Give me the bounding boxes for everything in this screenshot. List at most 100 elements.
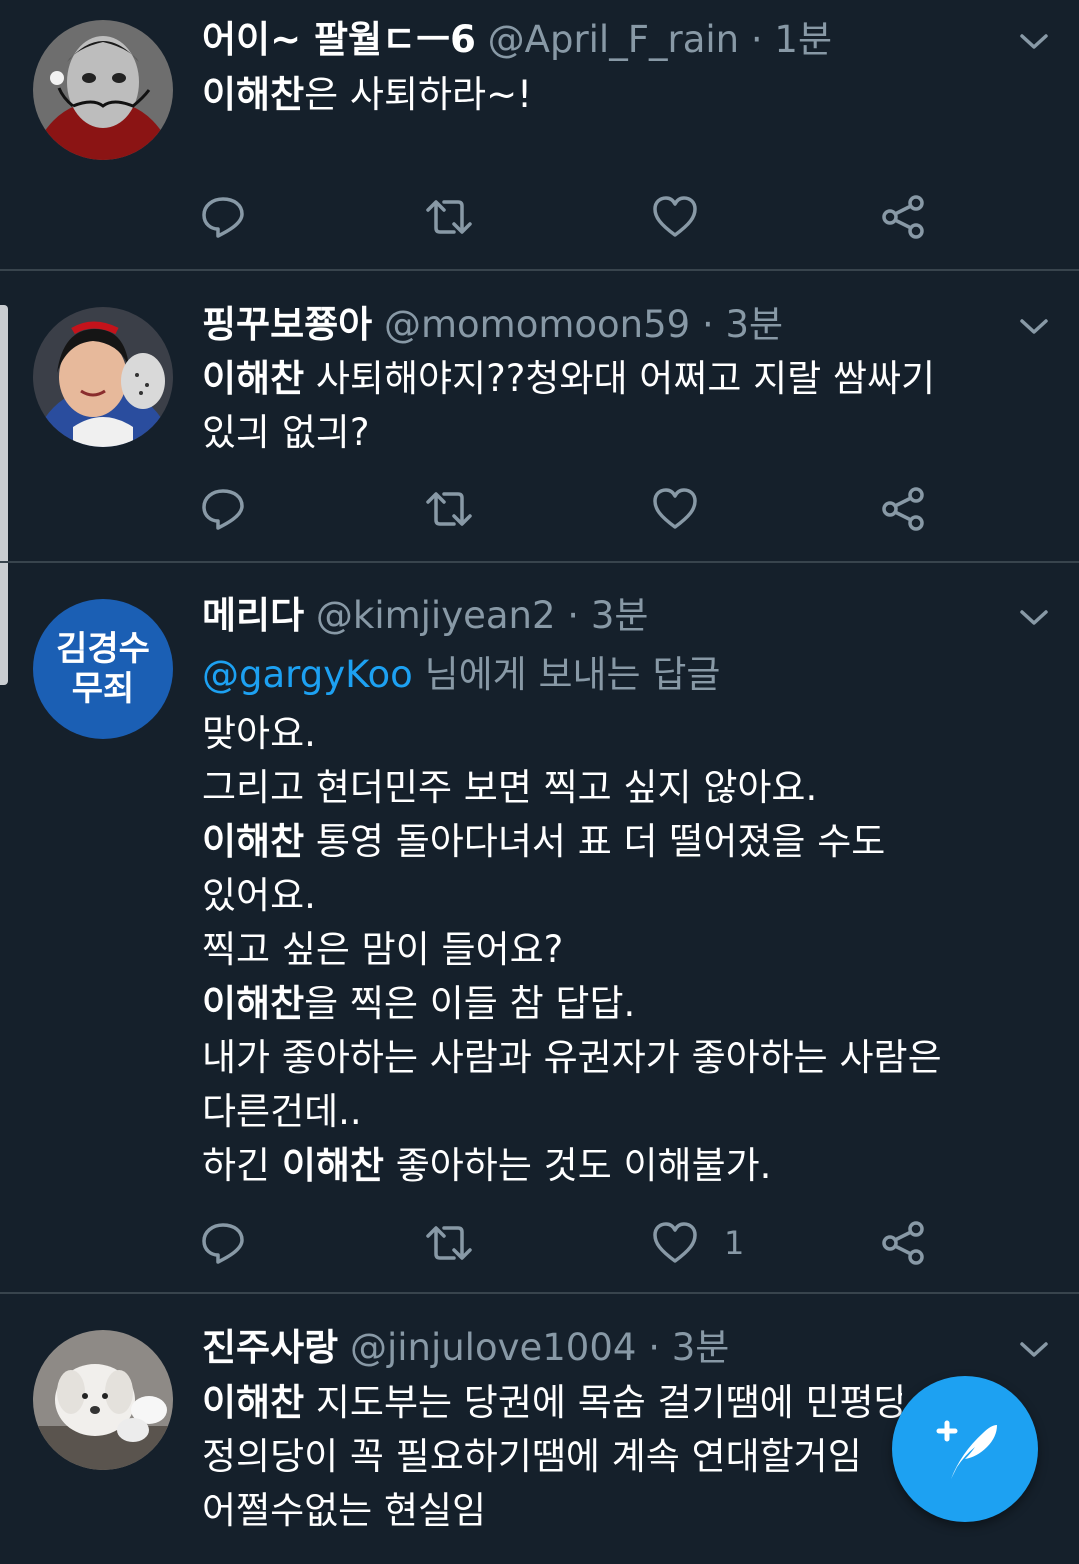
retweet-icon xyxy=(426,1226,472,1260)
line-text: 다른건데.. xyxy=(202,1090,362,1133)
reply-button[interactable] xyxy=(200,192,246,242)
line-text: 내가 좋아하는 사람과 유권자가 좋아하는 사람은 xyxy=(202,1036,942,1079)
line-prefix: 하긴 xyxy=(202,1144,282,1187)
timestamp[interactable]: 3분 xyxy=(725,303,783,346)
tweet-header: 메리다 @kimjiyean2 · 3분 xyxy=(202,591,979,641)
heart-icon xyxy=(653,488,697,529)
display-name[interactable]: 진주사랑 xyxy=(202,1326,338,1369)
retweet-button[interactable] xyxy=(424,192,474,242)
tweet-header: 진주사랑 @jinjulove1004 · 3분 xyxy=(202,1323,979,1373)
user-handle[interactable]: @April_F_rain xyxy=(488,18,739,61)
like-button[interactable] xyxy=(652,192,724,242)
avatar[interactable] xyxy=(33,20,173,160)
timestamp[interactable]: 3분 xyxy=(672,1326,730,1369)
tweet-line: 하긴 이해찬 좋아하는 것도 이해불가. xyxy=(202,1139,1022,1193)
separator-dot: · xyxy=(648,1326,660,1369)
line-text: 통영 돌아다녀서 표 더 떨어졌을 수도 xyxy=(304,820,886,863)
like-count: 1 xyxy=(724,1224,745,1262)
bold-keyword: 이해찬 xyxy=(202,357,305,400)
separator-dot: · xyxy=(750,18,763,61)
reply-icon xyxy=(202,489,244,530)
display-name[interactable]: 핑꾸보쭁아 xyxy=(202,303,372,346)
tweet-header: 핑꾸보쭁아 @momomoon59 · 3분 xyxy=(202,300,979,350)
tweet-header: 어이~ 팔월ㄷㅡ6 @April_F_rain · 1분 xyxy=(202,15,979,65)
tweet-line: 이해찬을 찍은 이들 참 답답. xyxy=(202,977,1022,1031)
tweet-line: 어쩔수없는 현실임 xyxy=(202,1484,902,1538)
separator-dot: · xyxy=(701,303,714,346)
tweet-line: 정의당이 꼭 필요하기땜에 계속 연대할거임 xyxy=(202,1430,902,1484)
timestamp[interactable]: 3분 xyxy=(591,594,649,637)
heart-icon xyxy=(653,196,697,237)
avatar[interactable] xyxy=(33,307,173,447)
timestamp[interactable]: 1분 xyxy=(774,18,832,61)
chevron-down-icon[interactable] xyxy=(1019,1340,1049,1360)
avatar-image xyxy=(33,1330,173,1470)
tweet-line: 있어요. xyxy=(202,869,1022,923)
line-text: 어쩔수없는 현실임 xyxy=(202,1489,487,1532)
display-name[interactable]: 메리다 xyxy=(202,594,304,637)
avatar[interactable] xyxy=(33,1330,173,1470)
line-text: 좋아하는 것도 이해불가. xyxy=(383,1144,772,1187)
separator-dot: · xyxy=(567,594,580,637)
retweet-button[interactable] xyxy=(424,1218,474,1268)
reply-button[interactable] xyxy=(200,1218,246,1268)
timeline: 어이~ 팔월ㄷㅡ6 @April_F_rain · 1분 이해찬은 사퇴하라~! xyxy=(0,0,1079,1564)
like-button[interactable]: 1 xyxy=(652,1218,744,1268)
tweet[interactable]: 어이~ 팔월ㄷㅡ6 @April_F_rain · 1분 이해찬은 사퇴하라~! xyxy=(0,0,1079,271)
avatar-image xyxy=(33,307,173,447)
bold-keyword: 이해찬 xyxy=(202,73,305,116)
chevron-down-icon[interactable] xyxy=(1019,32,1049,52)
tweet-line: 이해찬 지도부는 당권에 목숨 걸기땜에 민평당 xyxy=(202,1376,902,1430)
reply-button[interactable] xyxy=(200,484,246,534)
compose-tweet-icon xyxy=(936,1420,997,1479)
line-text: 있긔 없긔? xyxy=(202,411,370,454)
share-icon xyxy=(882,1221,924,1265)
retweet-button[interactable] xyxy=(424,484,474,534)
tweet-text: 이해찬 사퇴해야지??청와대 어쩌고 지랄 쌈싸기 있긔 없긔? xyxy=(202,352,1022,460)
user-handle[interactable]: @jinjulove1004 xyxy=(350,1326,636,1369)
tweet[interactable]: 김경수 무죄 메리다 @kimjiyean2 · 3분 @gargyKoo 님에… xyxy=(0,563,1079,1294)
reply-context: @gargyKoo 님에게 보내는 답글 xyxy=(202,649,720,701)
tweet-line: 있긔 없긔? xyxy=(202,406,1022,460)
user-handle[interactable]: @kimjiyean2 xyxy=(316,594,556,637)
reply-mention-link[interactable]: @gargyKoo xyxy=(202,653,413,696)
action-bar xyxy=(200,192,940,242)
user-handle[interactable]: @momomoon59 xyxy=(384,303,690,346)
avatar[interactable]: 김경수 무죄 xyxy=(33,599,173,739)
tweet-line: 내가 좋아하는 사람과 유권자가 좋아하는 사람은 xyxy=(202,1031,1022,1085)
tweet[interactable]: 핑꾸보쭁아 @momomoon59 · 3분 이해찬 사퇴해야지??청와대 어쩌… xyxy=(0,271,1079,563)
reply-icon xyxy=(202,197,244,238)
action-bar xyxy=(200,484,940,534)
action-bar: 1 xyxy=(200,1218,940,1268)
line-text: 사퇴해야지??청와대 어쩌고 지랄 쌈싸기 xyxy=(304,357,936,400)
tweet-line: 맞아요. xyxy=(202,707,1022,761)
share-button[interactable] xyxy=(880,1218,926,1268)
share-icon xyxy=(882,487,924,531)
share-button[interactable] xyxy=(880,192,926,242)
tweet-text: 이해찬 지도부는 당권에 목숨 걸기땜에 민평당 정의당이 꼭 필요하기땜에 계… xyxy=(202,1376,902,1538)
tweet-text: 이해찬은 사퇴하라~! xyxy=(202,68,1022,122)
compose-tweet-button[interactable] xyxy=(892,1376,1038,1522)
tweet-line: 이해찬 통영 돌아다녀서 표 더 떨어졌을 수도 xyxy=(202,815,1022,869)
line-text: 은 사퇴하라~! xyxy=(304,73,532,116)
tweet-line: 그리고 현더민주 보면 찍고 싶지 않아요. xyxy=(202,761,1022,815)
retweet-icon xyxy=(426,492,472,526)
line-text: 정의당이 꼭 필요하기땜에 계속 연대할거임 xyxy=(202,1435,862,1478)
bold-keyword: 이해찬 xyxy=(202,820,305,863)
chevron-down-icon[interactable] xyxy=(1019,608,1049,628)
avatar-image xyxy=(33,20,173,160)
line-text: 맞아요. xyxy=(202,712,316,755)
badge-line: 무죄 xyxy=(71,669,135,709)
line-text: 있어요. xyxy=(202,874,316,917)
like-button[interactable] xyxy=(652,484,724,534)
display-name[interactable]: 어이~ 팔월ㄷㅡ6 xyxy=(202,18,476,61)
line-text: 을 찍은 이들 참 답답. xyxy=(304,982,636,1025)
share-button[interactable] xyxy=(880,484,926,534)
avatar-badge: 김경수 무죄 xyxy=(33,599,173,739)
chevron-down-icon[interactable] xyxy=(1019,317,1049,337)
bold-keyword: 이해찬 xyxy=(202,1381,305,1424)
bold-keyword: 이해찬 xyxy=(202,982,305,1025)
bold-keyword: 이해찬 xyxy=(281,1144,384,1187)
tweet-line: 이해찬 사퇴해야지??청와대 어쩌고 지랄 쌈싸기 xyxy=(202,352,1022,406)
line-text: 찍고 싶은 맘이 들어요? xyxy=(202,928,564,971)
